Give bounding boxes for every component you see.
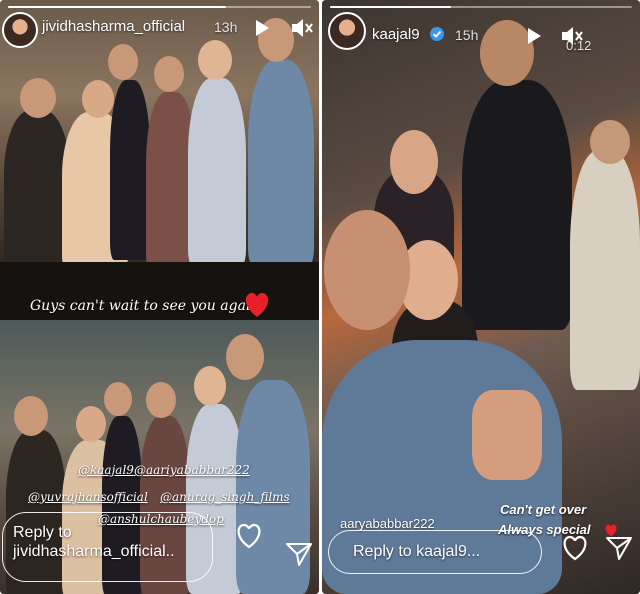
story-photo [322, 0, 640, 594]
story-username[interactable]: kaajal9 [372, 26, 420, 43]
mention-tag[interactable]: @aariyababbar222 [134, 463, 250, 477]
mention-tag[interactable]: aaryababbar222 [340, 516, 435, 531]
mention-tag[interactable]: @yuvrajhansofficial [28, 490, 148, 504]
progress-bar [330, 6, 632, 8]
story-timestamp: 15h [455, 27, 479, 43]
progress-bar [8, 6, 311, 8]
story-left[interactable]: jividhasharma_official 13h Guys can't wa… [0, 0, 319, 594]
play-icon[interactable] [250, 16, 274, 40]
heart-emoji-sticker [243, 292, 271, 323]
story-right[interactable]: kaajal9 15h 0:12 aaryababbar222 Can't ge… [322, 0, 640, 594]
story-overlay-text: Guys can't wait to see you again [30, 298, 260, 314]
muted-speaker-icon[interactable] [290, 16, 314, 40]
reply-input[interactable]: Reply to kaajal9... [328, 530, 542, 574]
reply-label: Reply to [13, 524, 72, 541]
story-timestamp: 13h [214, 19, 238, 35]
avatar[interactable] [328, 12, 366, 50]
caption-line-1: Can't get over [500, 502, 587, 517]
heart-icon[interactable] [560, 534, 590, 562]
reply-placeholder: Reply to kaajal9... [353, 543, 481, 560]
mention-tag[interactable]: @kaajal9 [78, 463, 134, 477]
mention-tag[interactable]: @anurag_singh_films [160, 490, 290, 504]
video-time: 0:12 [566, 38, 592, 53]
send-icon[interactable] [284, 540, 314, 568]
verified-badge-icon [430, 27, 444, 41]
reply-input[interactable]: Reply to jividhasharma_official.. [2, 512, 213, 582]
play-icon[interactable] [522, 24, 546, 48]
story-username[interactable]: jividhasharma_official [42, 18, 185, 35]
reply-target: jividhasharma_official.. [13, 543, 175, 560]
heart-icon[interactable] [234, 522, 264, 550]
story-photo-top [0, 0, 319, 268]
avatar[interactable] [2, 12, 38, 48]
send-icon[interactable] [604, 534, 634, 562]
